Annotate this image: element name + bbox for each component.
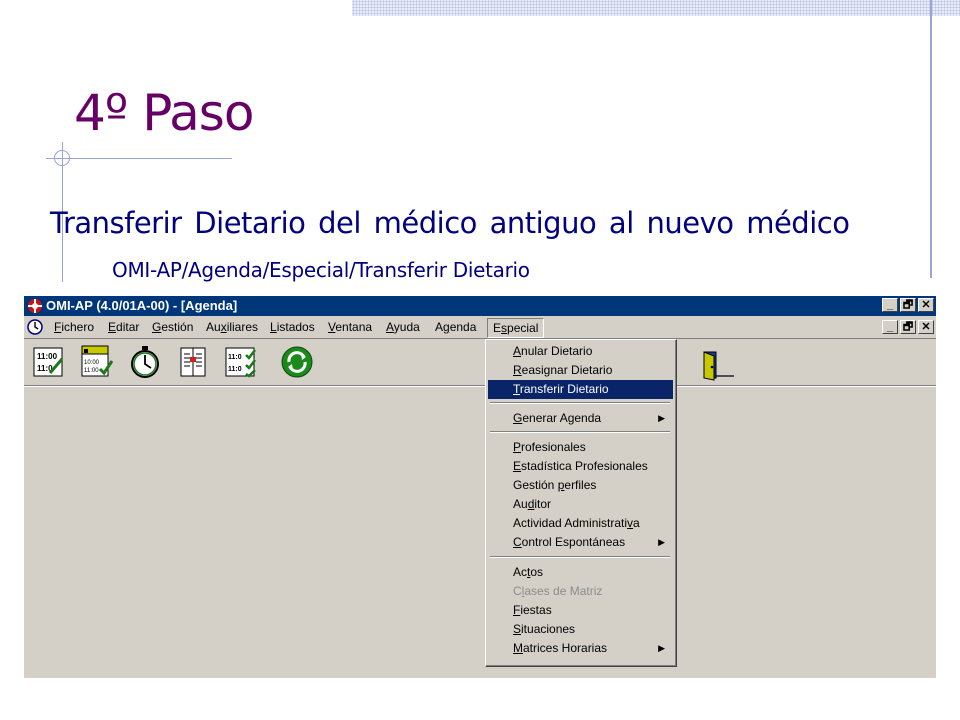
menu-ayuda[interactable]: Ayuda bbox=[386, 320, 420, 334]
schedule-checklist-icon[interactable]: 11:0 11:0 bbox=[224, 345, 258, 379]
menu-item-fiestas[interactable]: Fiestas bbox=[488, 601, 673, 620]
menu-especial[interactable]: Especial bbox=[487, 318, 545, 338]
menu-item-profesionales[interactable]: Profesionales bbox=[488, 438, 673, 457]
omi-ap-window: OMI-AP (4.0/01A-00) - [Agenda] _ 🗗 ✕ Fic… bbox=[24, 296, 936, 678]
stopwatch-icon[interactable] bbox=[128, 345, 162, 379]
mdi-close-button[interactable]: ✕ bbox=[918, 320, 934, 334]
mdi-controls: _ 🗗 ✕ bbox=[882, 320, 934, 334]
svg-text:10:00: 10:00 bbox=[84, 360, 100, 366]
slide-title: 4º Paso bbox=[74, 84, 254, 142]
mdi-workspace bbox=[24, 386, 936, 678]
menu-item-control-espontaneas[interactable]: Control Espontáneas ▶ bbox=[488, 533, 673, 552]
calendar-check-icon[interactable]: 10:00 11:00 bbox=[80, 345, 114, 379]
menu-separator bbox=[490, 431, 670, 433]
restore-button[interactable]: 🗗 bbox=[900, 298, 916, 312]
close-button[interactable]: ✕ bbox=[918, 298, 934, 312]
menu-item-gestion-perfiles[interactable]: Gestión perfiles bbox=[488, 476, 673, 495]
menu-separator bbox=[490, 402, 670, 404]
menu-editar[interactable]: Editar bbox=[108, 320, 139, 334]
menu-item-matrices-horarias[interactable]: Matrices Horarias ▶ bbox=[488, 639, 673, 658]
menu-auxiliares[interactable]: Auxiliares bbox=[206, 320, 258, 334]
clock-list-icon[interactable]: 11:00 11:0 bbox=[32, 345, 66, 379]
menu-path: OMI-AP/Agenda/Especial/Transferir Dietar… bbox=[112, 258, 530, 282]
svg-text:11:00: 11:00 bbox=[37, 352, 58, 361]
menu-item-actos[interactable]: Actos bbox=[488, 563, 673, 582]
menu-item-anular-dietario[interactable]: Anular Dietario bbox=[488, 342, 673, 361]
submenu-arrow-icon: ▶ bbox=[658, 537, 665, 547]
mdi-minimize-button[interactable]: _ bbox=[882, 320, 898, 334]
menu-item-actividad-administrativa[interactable]: Actividad Administrativa bbox=[488, 514, 673, 533]
exit-door-icon[interactable] bbox=[700, 350, 738, 382]
window-title: OMI-AP (4.0/01A-00) - [Agenda] bbox=[46, 298, 238, 313]
menubar: Fichero Editar Gestión Auxiliares Listad… bbox=[24, 317, 936, 339]
menu-item-generar-agenda[interactable]: Generar Agenda ▶ bbox=[488, 409, 673, 428]
slide-subtitle: Transferir Dietario del médico antiguo a… bbox=[50, 206, 850, 240]
menu-item-reasignar-dietario[interactable]: Reasignar Dietario bbox=[488, 361, 673, 380]
minimize-button[interactable]: _ bbox=[882, 298, 898, 312]
submenu-arrow-icon: ▶ bbox=[658, 413, 665, 423]
decor-vertical-line bbox=[930, 0, 932, 278]
menu-listados[interactable]: Listados bbox=[270, 320, 315, 334]
menu-agenda[interactable]: Agenda bbox=[435, 320, 476, 334]
menu-gestion[interactable]: Gestión bbox=[152, 320, 193, 334]
submenu-arrow-icon: ▶ bbox=[658, 643, 665, 653]
clock-doc-icon[interactable] bbox=[27, 319, 43, 335]
menu-item-estadistica-profesionales[interactable]: Estadística Profesionales bbox=[488, 457, 673, 476]
menu-item-situaciones[interactable]: Situaciones bbox=[488, 620, 673, 639]
menu-fichero[interactable]: Fichero bbox=[54, 320, 94, 334]
menu-item-clases-de-matriz: Clases de Matriz bbox=[513, 584, 603, 598]
header-dither-band bbox=[352, 0, 960, 16]
decor-title-circle bbox=[54, 150, 70, 166]
menu-ventana[interactable]: Ventana bbox=[328, 320, 372, 334]
svg-text:11:00: 11:00 bbox=[84, 368, 99, 374]
toolbar: 11:00 11:0 10:00 11:00 11:0 11:0 bbox=[24, 339, 936, 386]
refresh-icon[interactable] bbox=[280, 345, 314, 379]
menu-separator bbox=[490, 556, 670, 558]
svg-text:11:0: 11:0 bbox=[228, 354, 242, 361]
decor-title-line bbox=[46, 158, 232, 159]
menu-item-transferir-dietario[interactable]: Transferir Dietario bbox=[488, 380, 673, 399]
app-logo-icon bbox=[28, 299, 42, 313]
mdi-restore-button[interactable]: 🗗 bbox=[900, 320, 916, 334]
window-controls: _ 🗗 ✕ bbox=[882, 298, 934, 312]
book-icon[interactable] bbox=[176, 345, 210, 379]
window-titlebar[interactable]: OMI-AP (4.0/01A-00) - [Agenda] _ 🗗 ✕ bbox=[24, 296, 936, 316]
menu-item-auditor[interactable]: Auditor bbox=[488, 495, 673, 514]
especial-dropdown: Anular Dietario Reasignar Dietario Trans… bbox=[485, 339, 677, 667]
svg-text:11:0: 11:0 bbox=[228, 366, 242, 373]
